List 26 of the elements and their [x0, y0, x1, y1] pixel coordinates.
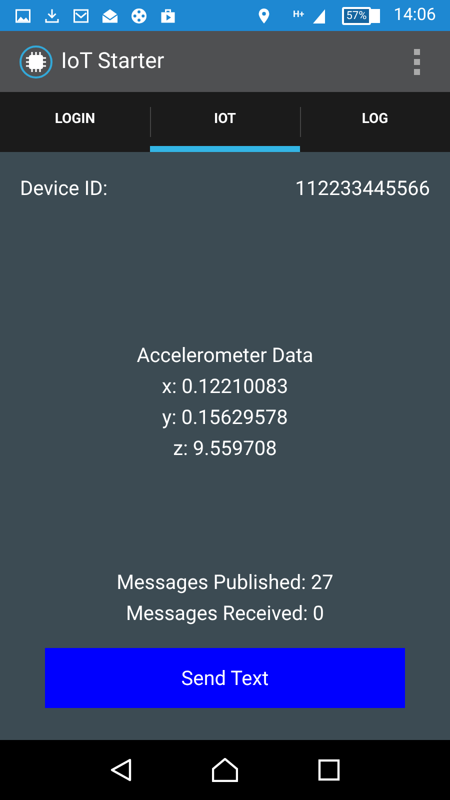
clock-time: 14:06	[394, 4, 436, 27]
mail-icon	[72, 6, 90, 24]
accelerometer-value: y: 0.15629578	[162, 404, 288, 431]
accelerometer-title: Accelerometer Data	[136, 342, 314, 369]
send-text-button[interactable]: Send Text	[45, 648, 405, 708]
recents-icon[interactable]	[318, 759, 340, 781]
app-title: IoT Starter	[61, 48, 164, 76]
network-type: H+	[292, 11, 304, 20]
overflow-menu-icon[interactable]	[414, 48, 420, 74]
accelerometer-value: x: 0.12210083	[162, 373, 288, 400]
home-icon[interactable]	[212, 758, 238, 782]
accelerometer-value: z: 9.559708	[173, 435, 277, 462]
chip-logo-icon	[19, 44, 53, 78]
battery-indicator: 57%	[342, 6, 371, 24]
device-id-label: Device ID:	[20, 175, 108, 202]
download-icon	[43, 6, 61, 24]
device-id-value: 112233445566	[295, 175, 430, 202]
tab[interactable]: LOGIN	[0, 92, 150, 152]
message-count: Messages Published: 27	[116, 569, 334, 596]
film-reel-icon	[130, 6, 148, 24]
envelope-icon	[101, 6, 119, 24]
message-count: Messages Received: 0	[126, 600, 324, 627]
image-icon	[14, 6, 32, 24]
tab[interactable]: LOG	[300, 92, 450, 152]
play-bag-icon	[159, 6, 177, 24]
back-icon[interactable]	[110, 758, 132, 782]
